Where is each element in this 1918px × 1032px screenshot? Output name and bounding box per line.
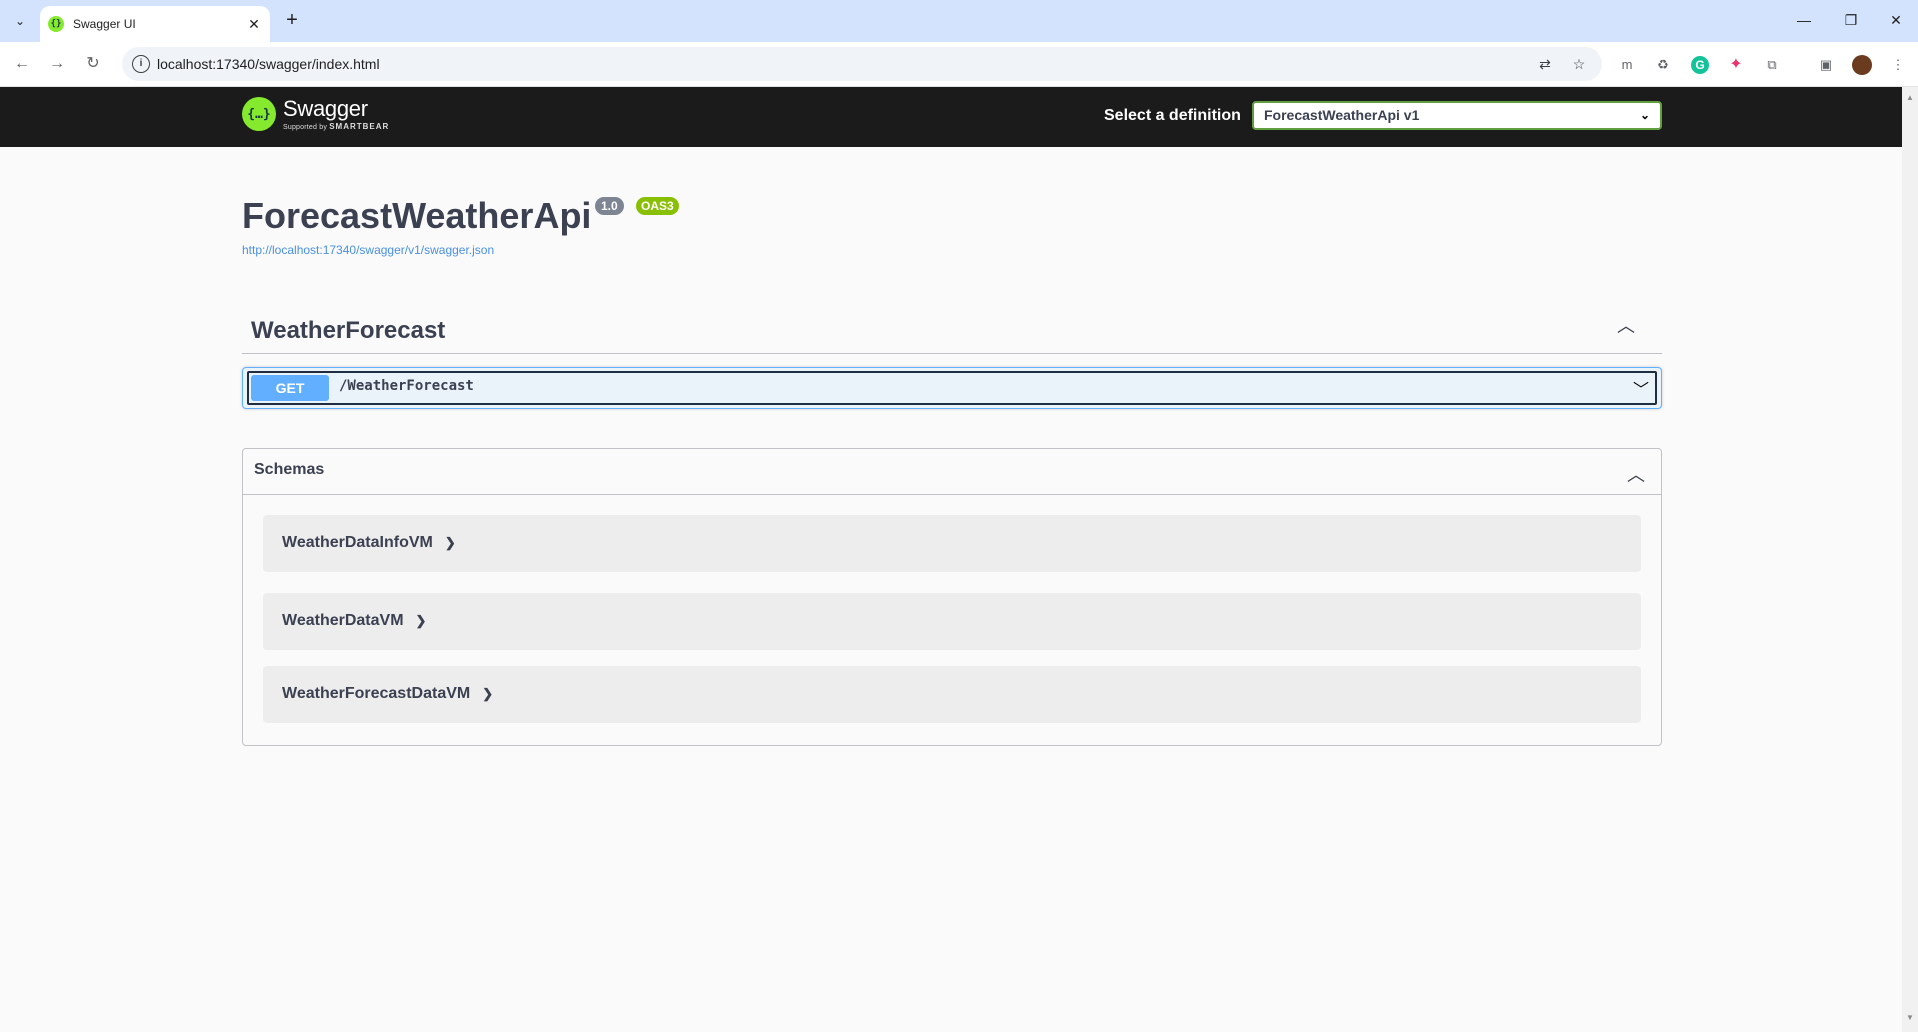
- http-method-badge: GET: [251, 375, 329, 401]
- back-arrow-icon[interactable]: ←: [9, 51, 35, 77]
- swagger-page: {…} Swagger Supported by SMARTBEAR Selec…: [0, 87, 1902, 1032]
- minimize-icon[interactable]: —: [1790, 8, 1818, 32]
- tab-close-icon[interactable]: ✕: [246, 16, 262, 32]
- browser-menu-icon[interactable]: ⋮: [1888, 55, 1908, 75]
- brand-sub: Supported by SMARTBEAR: [283, 122, 389, 131]
- grammarly-icon[interactable]: G: [1691, 56, 1709, 74]
- swagger-logo[interactable]: {…} Swagger Supported by SMARTBEAR: [242, 97, 389, 131]
- chevron-right-icon: ❯: [482, 686, 494, 701]
- schemas-section: Schemas ︿ WeatherDataInfoVM ❯ WeatherData…: [242, 448, 1662, 746]
- reload-icon[interactable]: ↻: [80, 51, 106, 77]
- chevron-down-icon[interactable]: ﹀: [1633, 376, 1649, 400]
- chevron-right-icon: ❯: [444, 535, 456, 550]
- translate-icon[interactable]: ⇄: [1535, 54, 1555, 74]
- browser-tab-strip: ⌄ {} Swagger UI ✕ + — ❐ ✕: [0, 0, 1918, 42]
- chevron-up-icon[interactable]: ︿: [1616, 316, 1636, 336]
- extension-sparkle-icon[interactable]: ✦: [1726, 55, 1746, 75]
- tag-header-weatherforecast[interactable]: WeatherForecast ︿: [242, 302, 1662, 354]
- brand-sub-name: SMARTBEAR: [329, 121, 390, 131]
- oas-badge: OAS3: [636, 197, 679, 215]
- bookmark-star-icon[interactable]: ☆: [1569, 54, 1589, 74]
- api-title: ForecastWeatherApi: [242, 195, 592, 236]
- spec-json-link[interactable]: http://localhost:17340/swagger/v1/swagge…: [242, 243, 494, 257]
- restore-icon[interactable]: ❐: [1837, 8, 1865, 32]
- schemas-title: Schemas: [254, 461, 325, 478]
- forward-arrow-icon[interactable]: →: [44, 51, 70, 77]
- model-item[interactable]: WeatherForecastDataVM ❯: [263, 666, 1641, 723]
- operation-path: /WeatherForecast: [339, 378, 474, 394]
- address-bar[interactable]: i localhost:17340/swagger/index.html ⇄ ☆: [122, 47, 1602, 81]
- chevron-right-icon: ❯: [415, 613, 427, 628]
- model-item[interactable]: WeatherDataInfoVM ❯: [263, 515, 1641, 572]
- new-tab-button[interactable]: +: [280, 9, 304, 33]
- selected-definition: ForecastWeatherApi v1: [1264, 107, 1420, 123]
- brand-sub-prefix: Supported by: [283, 123, 328, 131]
- definition-select[interactable]: ForecastWeatherApi v1 ⌄: [1252, 101, 1662, 130]
- model-name: WeatherDataVM: [282, 612, 404, 629]
- model-name: WeatherForecastDataVM: [282, 685, 471, 702]
- tab-title: Swagger UI: [73, 17, 136, 31]
- select-definition-label: Select a definition: [1104, 107, 1241, 124]
- schemas-header[interactable]: Schemas ︿: [243, 449, 1661, 495]
- chevron-up-icon[interactable]: ︿: [1627, 461, 1645, 487]
- site-info-icon[interactable]: i: [132, 55, 150, 73]
- version-badge: 1.0: [595, 197, 624, 215]
- tag-name: WeatherForecast: [251, 317, 446, 344]
- extension-m-icon[interactable]: m: [1617, 55, 1637, 75]
- model-name: WeatherDataInfoVM: [282, 534, 433, 551]
- operation-get-weatherforecast[interactable]: GET /WeatherForecast ﹀: [242, 367, 1662, 409]
- chevron-down-icon: ⌄: [1639, 108, 1650, 122]
- brand-name: Swagger: [283, 95, 368, 121]
- swagger-topbar: {…} Swagger Supported by SMARTBEAR Selec…: [0, 87, 1902, 147]
- side-panel-icon[interactable]: ▣: [1816, 55, 1836, 75]
- extension-recycle-icon[interactable]: ♻: [1653, 55, 1673, 75]
- close-window-icon[interactable]: ✕: [1882, 8, 1910, 32]
- scroll-up-arrow-icon[interactable]: ▲: [1906, 93, 1914, 102]
- swagger-logo-icon: {…}: [242, 97, 276, 131]
- page-scrollbar[interactable]: ▲ ▼: [1902, 87, 1918, 1032]
- swagger-favicon-icon: {}: [48, 16, 64, 32]
- tab-search-chevron-icon[interactable]: ⌄: [8, 9, 32, 33]
- browser-toolbar: ← → ↻ i localhost:17340/swagger/index.ht…: [0, 42, 1918, 87]
- model-item[interactable]: WeatherDataVM ❯: [263, 593, 1641, 650]
- api-info: ForecastWeatherApi 1.0 OAS3 http://local…: [242, 195, 679, 257]
- browser-tab-swagger[interactable]: {} Swagger UI ✕: [40, 6, 270, 42]
- scroll-down-arrow-icon[interactable]: ▼: [1906, 1013, 1914, 1022]
- extensions-puzzle-icon[interactable]: ⧉: [1762, 55, 1782, 75]
- url-text[interactable]: localhost:17340/swagger/index.html: [157, 56, 380, 72]
- profile-avatar[interactable]: [1852, 55, 1872, 75]
